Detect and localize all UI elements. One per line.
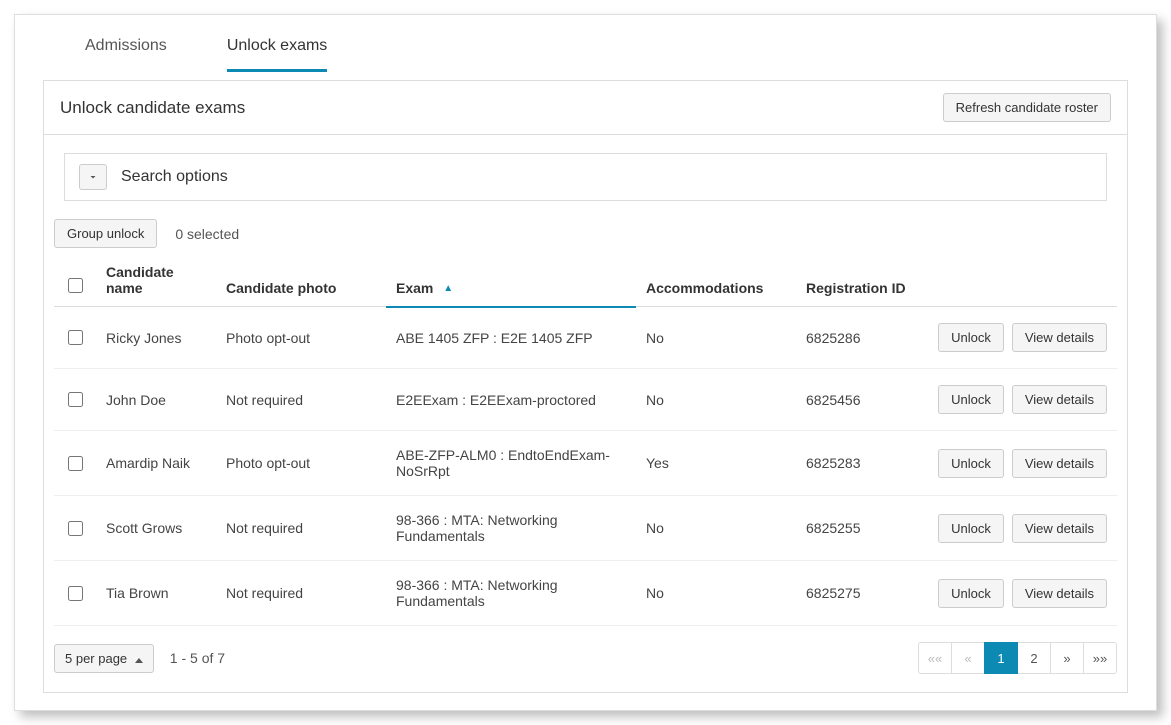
cell-accommodations: No <box>636 369 796 431</box>
action-row: Group unlock 0 selected <box>44 209 1127 256</box>
table-row: Tia BrownNot required98-366 : MTA: Netwo… <box>54 561 1117 626</box>
card-header: Unlock candidate exams Refresh candidate… <box>44 81 1127 135</box>
card-title: Unlock candidate exams <box>60 98 245 118</box>
select-all-checkbox[interactable] <box>68 278 83 293</box>
col-exam-label: Exam <box>396 280 433 296</box>
table-row: John DoeNot requiredE2EExam : E2EExam-pr… <box>54 369 1117 431</box>
cell-exam: 98-366 : MTA: Networking Fundamentals <box>386 561 636 626</box>
row-checkbox[interactable] <box>68 392 83 407</box>
per-page-label: 5 per page <box>65 651 127 666</box>
cell-candidate-name: Ricky Jones <box>96 307 216 369</box>
tab-unlock-exams[interactable]: Unlock exams <box>227 27 327 72</box>
table-footer: 5 per page 1 - 5 of 7 «« « 1 2 » »» <box>44 626 1127 692</box>
col-candidate-name[interactable]: Candidate name <box>96 256 216 307</box>
search-options-toggle[interactable]: Search options <box>64 153 1107 201</box>
cell-registration-id: 6825255 <box>796 496 916 561</box>
pagination: «« « 1 2 » »» <box>918 642 1117 674</box>
main-panel: Admissions Unlock exams Unlock candidate… <box>14 14 1157 711</box>
page-last[interactable]: »» <box>1083 642 1117 674</box>
cell-candidate-name: John Doe <box>96 369 216 431</box>
cell-candidate-name: Tia Brown <box>96 561 216 626</box>
chevron-down-icon <box>79 164 107 190</box>
page-2[interactable]: 2 <box>1017 642 1051 674</box>
cell-registration-id: 6825286 <box>796 307 916 369</box>
row-checkbox[interactable] <box>68 521 83 536</box>
unlock-exams-card: Unlock candidate exams Refresh candidate… <box>43 80 1128 693</box>
unlock-button[interactable]: Unlock <box>938 449 1004 478</box>
view-details-button[interactable]: View details <box>1012 449 1107 478</box>
cell-accommodations: No <box>636 496 796 561</box>
page-prev[interactable]: « <box>951 642 985 674</box>
page-1[interactable]: 1 <box>984 642 1018 674</box>
table-row: Scott GrowsNot required98-366 : MTA: Net… <box>54 496 1117 561</box>
col-candidate-photo[interactable]: Candidate photo <box>216 256 386 307</box>
unlock-button[interactable]: Unlock <box>938 579 1004 608</box>
page-next[interactable]: » <box>1050 642 1084 674</box>
unlock-button[interactable]: Unlock <box>938 323 1004 352</box>
table-row: Ricky JonesPhoto opt-outABE 1405 ZFP : E… <box>54 307 1117 369</box>
col-registration-id[interactable]: Registration ID <box>796 256 916 307</box>
cell-candidate-photo: Photo opt-out <box>216 307 386 369</box>
view-details-button[interactable]: View details <box>1012 323 1107 352</box>
cell-exam: ABE 1405 ZFP : E2E 1405 ZFP <box>386 307 636 369</box>
view-details-button[interactable]: View details <box>1012 385 1107 414</box>
cell-accommodations: No <box>636 561 796 626</box>
row-checkbox[interactable] <box>68 586 83 601</box>
table-row: Amardip NaikPhoto opt-outABE-ZFP-ALM0 : … <box>54 431 1117 496</box>
row-checkbox[interactable] <box>68 456 83 471</box>
cell-accommodations: Yes <box>636 431 796 496</box>
refresh-roster-button[interactable]: Refresh candidate roster <box>943 93 1111 122</box>
caret-up-icon <box>135 658 143 663</box>
cell-candidate-photo: Not required <box>216 561 386 626</box>
selected-count: 0 selected <box>175 226 239 242</box>
per-page-selector[interactable]: 5 per page <box>54 644 154 673</box>
col-accommodations[interactable]: Accommodations <box>636 256 796 307</box>
unlock-button[interactable]: Unlock <box>938 385 1004 414</box>
tabs-bar: Admissions Unlock exams <box>15 15 1156 72</box>
sort-ascending-icon: ▲ <box>443 283 453 294</box>
tab-admissions[interactable]: Admissions <box>85 27 167 72</box>
cell-exam: E2EExam : E2EExam-proctored <box>386 369 636 431</box>
page-first[interactable]: «« <box>918 642 952 674</box>
cell-candidate-name: Amardip Naik <box>96 431 216 496</box>
cell-registration-id: 6825283 <box>796 431 916 496</box>
cell-exam: 98-366 : MTA: Networking Fundamentals <box>386 496 636 561</box>
group-unlock-button[interactable]: Group unlock <box>54 219 157 248</box>
view-details-button[interactable]: View details <box>1012 514 1107 543</box>
cell-candidate-name: Scott Grows <box>96 496 216 561</box>
cell-candidate-photo: Photo opt-out <box>216 431 386 496</box>
cell-candidate-photo: Not required <box>216 369 386 431</box>
cell-registration-id: 6825275 <box>796 561 916 626</box>
unlock-button[interactable]: Unlock <box>938 514 1004 543</box>
candidates-table: Candidate name Candidate photo Exam ▲ Ac… <box>54 256 1117 626</box>
cell-accommodations: No <box>636 307 796 369</box>
cell-registration-id: 6825456 <box>796 369 916 431</box>
result-range: 1 - 5 of 7 <box>170 650 225 666</box>
search-options-label: Search options <box>121 168 228 186</box>
row-checkbox[interactable] <box>68 330 83 345</box>
col-exam[interactable]: Exam ▲ <box>386 256 636 307</box>
cell-candidate-photo: Not required <box>216 496 386 561</box>
cell-exam: ABE-ZFP-ALM0 : EndtoEndExam-NoSrRpt <box>386 431 636 496</box>
view-details-button[interactable]: View details <box>1012 579 1107 608</box>
